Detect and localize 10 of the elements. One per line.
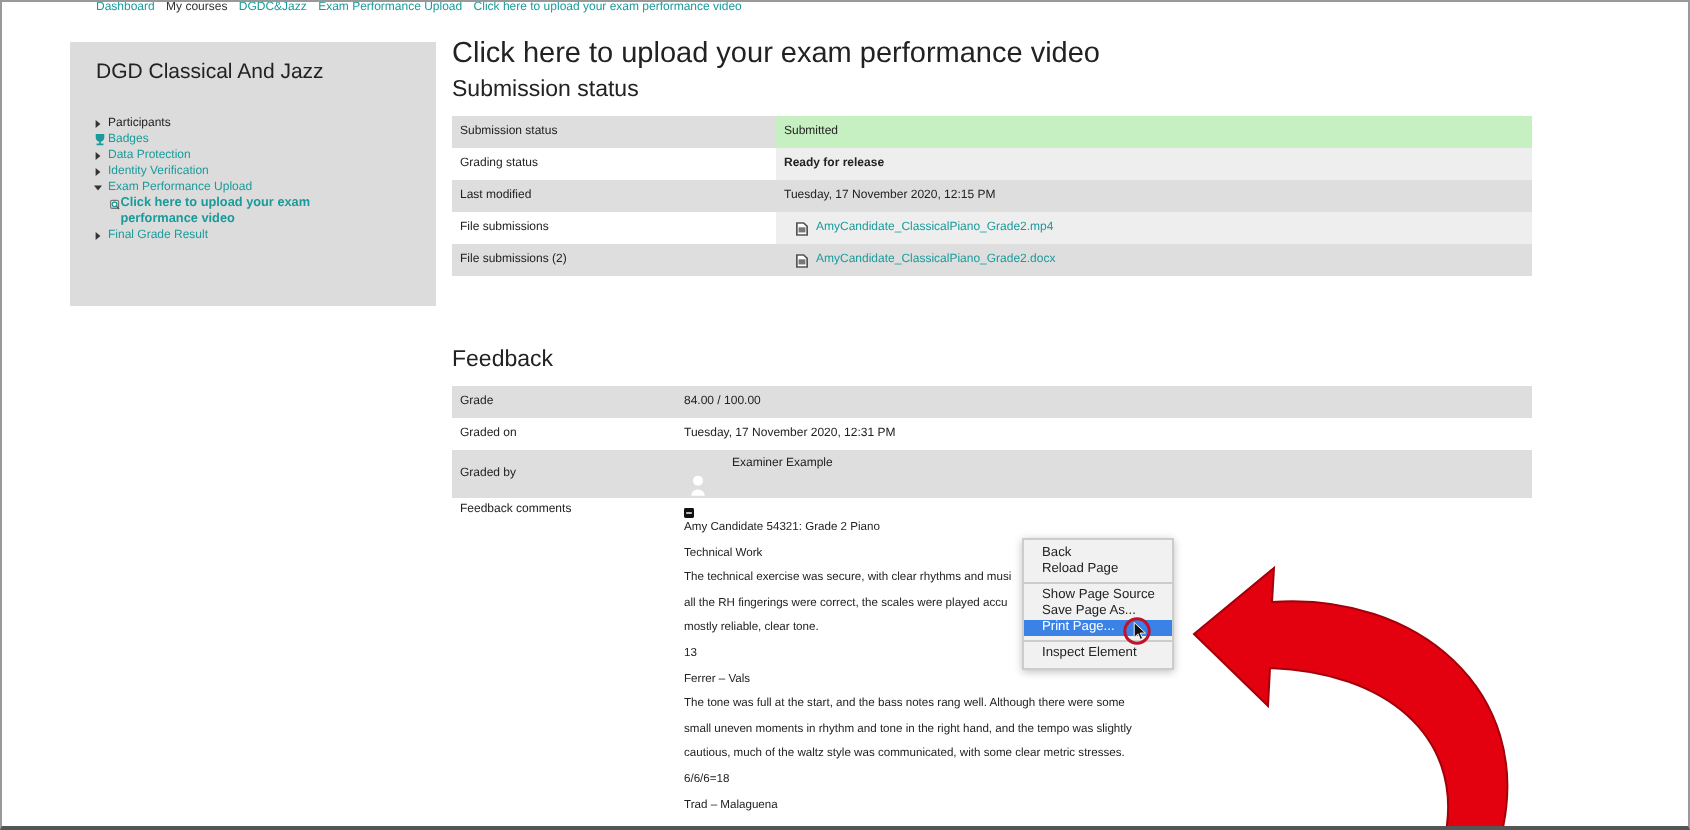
section-heading: Submission status xyxy=(452,76,641,106)
page-title: Click here to upload your exam performance video xyxy=(452,36,1102,74)
course-title: DGD Classical And Jazz xyxy=(96,60,326,84)
file-icon xyxy=(796,221,808,235)
upload-icon xyxy=(110,198,121,212)
section-heading: Feedback xyxy=(452,346,556,376)
cursor-icon xyxy=(1122,616,1152,646)
trophy-icon xyxy=(94,134,106,146)
collapse-icon[interactable] xyxy=(684,508,694,518)
file-icon xyxy=(796,253,808,267)
